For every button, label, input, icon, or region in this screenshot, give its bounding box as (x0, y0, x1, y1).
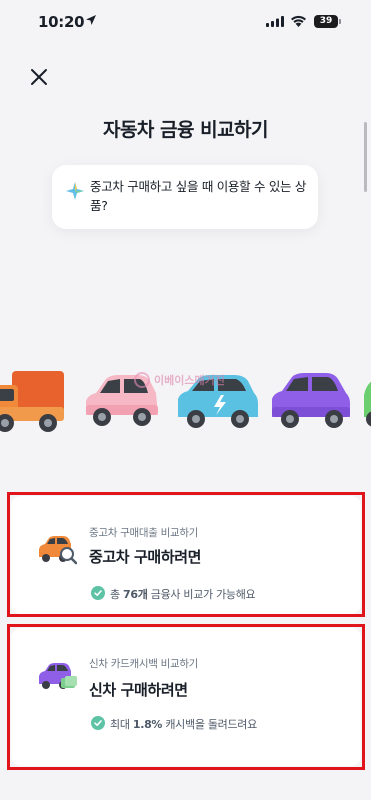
check-circle-icon (91, 586, 105, 600)
purple-car-illustration (272, 373, 350, 428)
status-bar: 10:20 39 (0, 0, 371, 46)
card-info: 총 76개 금융사 비교가 가능해요 (110, 588, 256, 601)
sparkle-icon (66, 182, 84, 200)
check-circle-icon (91, 716, 105, 730)
new-car-cashback-card[interactable]: 신차 카드캐시백 비교하기 신차 구매하려면 최대 1.8% 캐시백을 돌려드려… (11, 628, 361, 766)
battery-tip (339, 19, 341, 24)
battery-indicator: 39 (314, 15, 338, 28)
page-title: 자동차 금융 비교하기 (102, 119, 269, 141)
cellular-signal-icon (266, 16, 284, 27)
car-illustrations (0, 371, 371, 432)
card-info: 최대 1.8% 캐시백을 돌려드려요 (110, 718, 257, 731)
watermark-logo (134, 372, 150, 388)
bubble-text: 중고차 구매하고 싶을 때 이용할 수 있는 상품? (90, 179, 307, 213)
wifi-icon (291, 15, 306, 27)
location-arrow-icon (86, 15, 96, 25)
green-car-illustration (364, 381, 371, 427)
orange-truck-illustration (0, 371, 64, 432)
card-title: 중고차 구매하려면 (89, 548, 202, 566)
status-time: 10:20 (38, 13, 85, 31)
new-car-cashback-icon (39, 663, 77, 689)
used-car-loan-card[interactable]: 중고차 구매대출 비교하기 중고차 구매하려면 총 76개 금융사 비교가 가능… (11, 496, 361, 614)
question-bubble: 중고차 구매하고 싶을 때 이용할 수 있는 상품? (52, 165, 318, 229)
card-subtitle: 신차 카드캐시백 비교하기 (89, 658, 199, 670)
used-car-search-icon (39, 536, 77, 565)
card-title: 신차 구매하려면 (89, 681, 188, 699)
card-subtitle: 중고차 구매대출 비교하기 (89, 527, 199, 539)
close-button[interactable] (28, 66, 50, 88)
watermark: 이베이스매거진 (154, 374, 225, 387)
